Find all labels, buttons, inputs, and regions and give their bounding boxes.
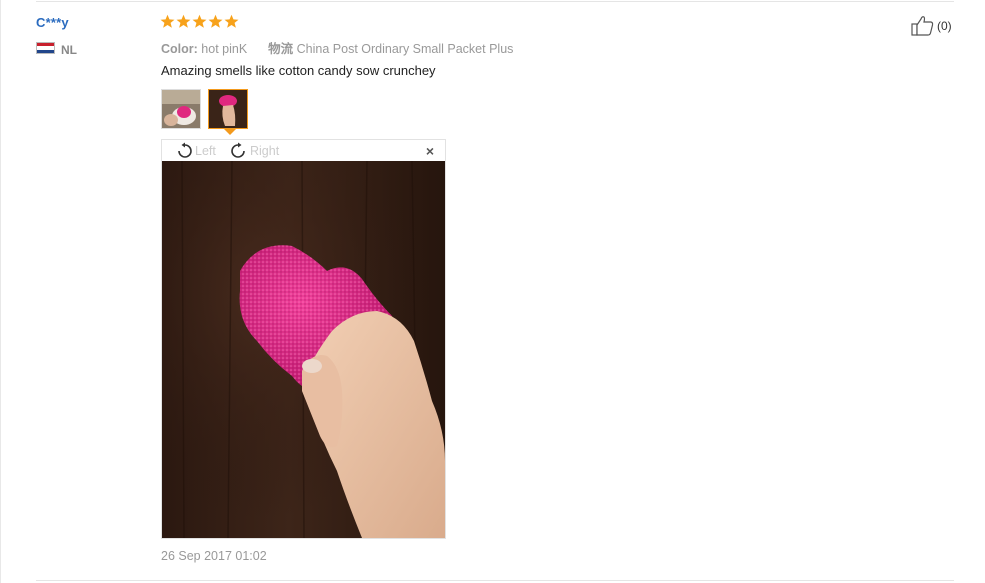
color-value: hot pinK	[201, 42, 248, 56]
rotate-right-icon	[231, 142, 245, 158]
logistics-label: 物流	[268, 42, 294, 56]
review-date: 26 Sep 2017 01:02	[161, 549, 267, 563]
rating-stars	[160, 14, 239, 30]
rotate-left-label: Left	[195, 144, 216, 158]
rotate-left-icon	[178, 142, 192, 158]
color-label: Color:	[161, 42, 198, 56]
review-photo	[162, 161, 445, 538]
photo-viewer-toolbar: Left Right ×	[162, 140, 445, 161]
review-attributes: Color: hot pinK 物流 China Post Ordinary S…	[161, 38, 513, 57]
reviewer-country: NL	[61, 43, 77, 57]
reviewer-name[interactable]: C***y	[36, 15, 69, 30]
review-photo-thumbnail-1[interactable]	[161, 89, 201, 129]
divider-bottom	[36, 580, 954, 581]
flag-nl-icon	[36, 42, 55, 54]
star-icon	[208, 14, 223, 28]
rotate-left-button[interactable]: Left	[173, 142, 216, 160]
star-icon	[176, 14, 191, 28]
logistics-value: China Post Ordinary Small Packet Plus	[296, 42, 514, 56]
review-photo-thumbnail-2[interactable]	[208, 89, 248, 129]
star-icon	[224, 14, 239, 28]
photo-viewer: Left Right ×	[161, 139, 446, 539]
review-text: Amazing smells like cotton candy sow cru…	[161, 63, 436, 78]
helpful-count: (0)	[937, 18, 952, 33]
thumbs-up-icon	[911, 16, 934, 36]
selected-thumb-indicator	[224, 129, 236, 135]
star-icon	[160, 14, 175, 28]
rotate-right-button[interactable]: Right	[228, 142, 279, 160]
helpful-button[interactable]: (0)	[911, 15, 952, 36]
star-icon	[192, 14, 207, 28]
close-icon[interactable]: ×	[426, 143, 434, 159]
rotate-right-label: Right	[250, 144, 280, 158]
frame-edge	[0, 0, 1, 583]
divider-top	[36, 1, 954, 2]
